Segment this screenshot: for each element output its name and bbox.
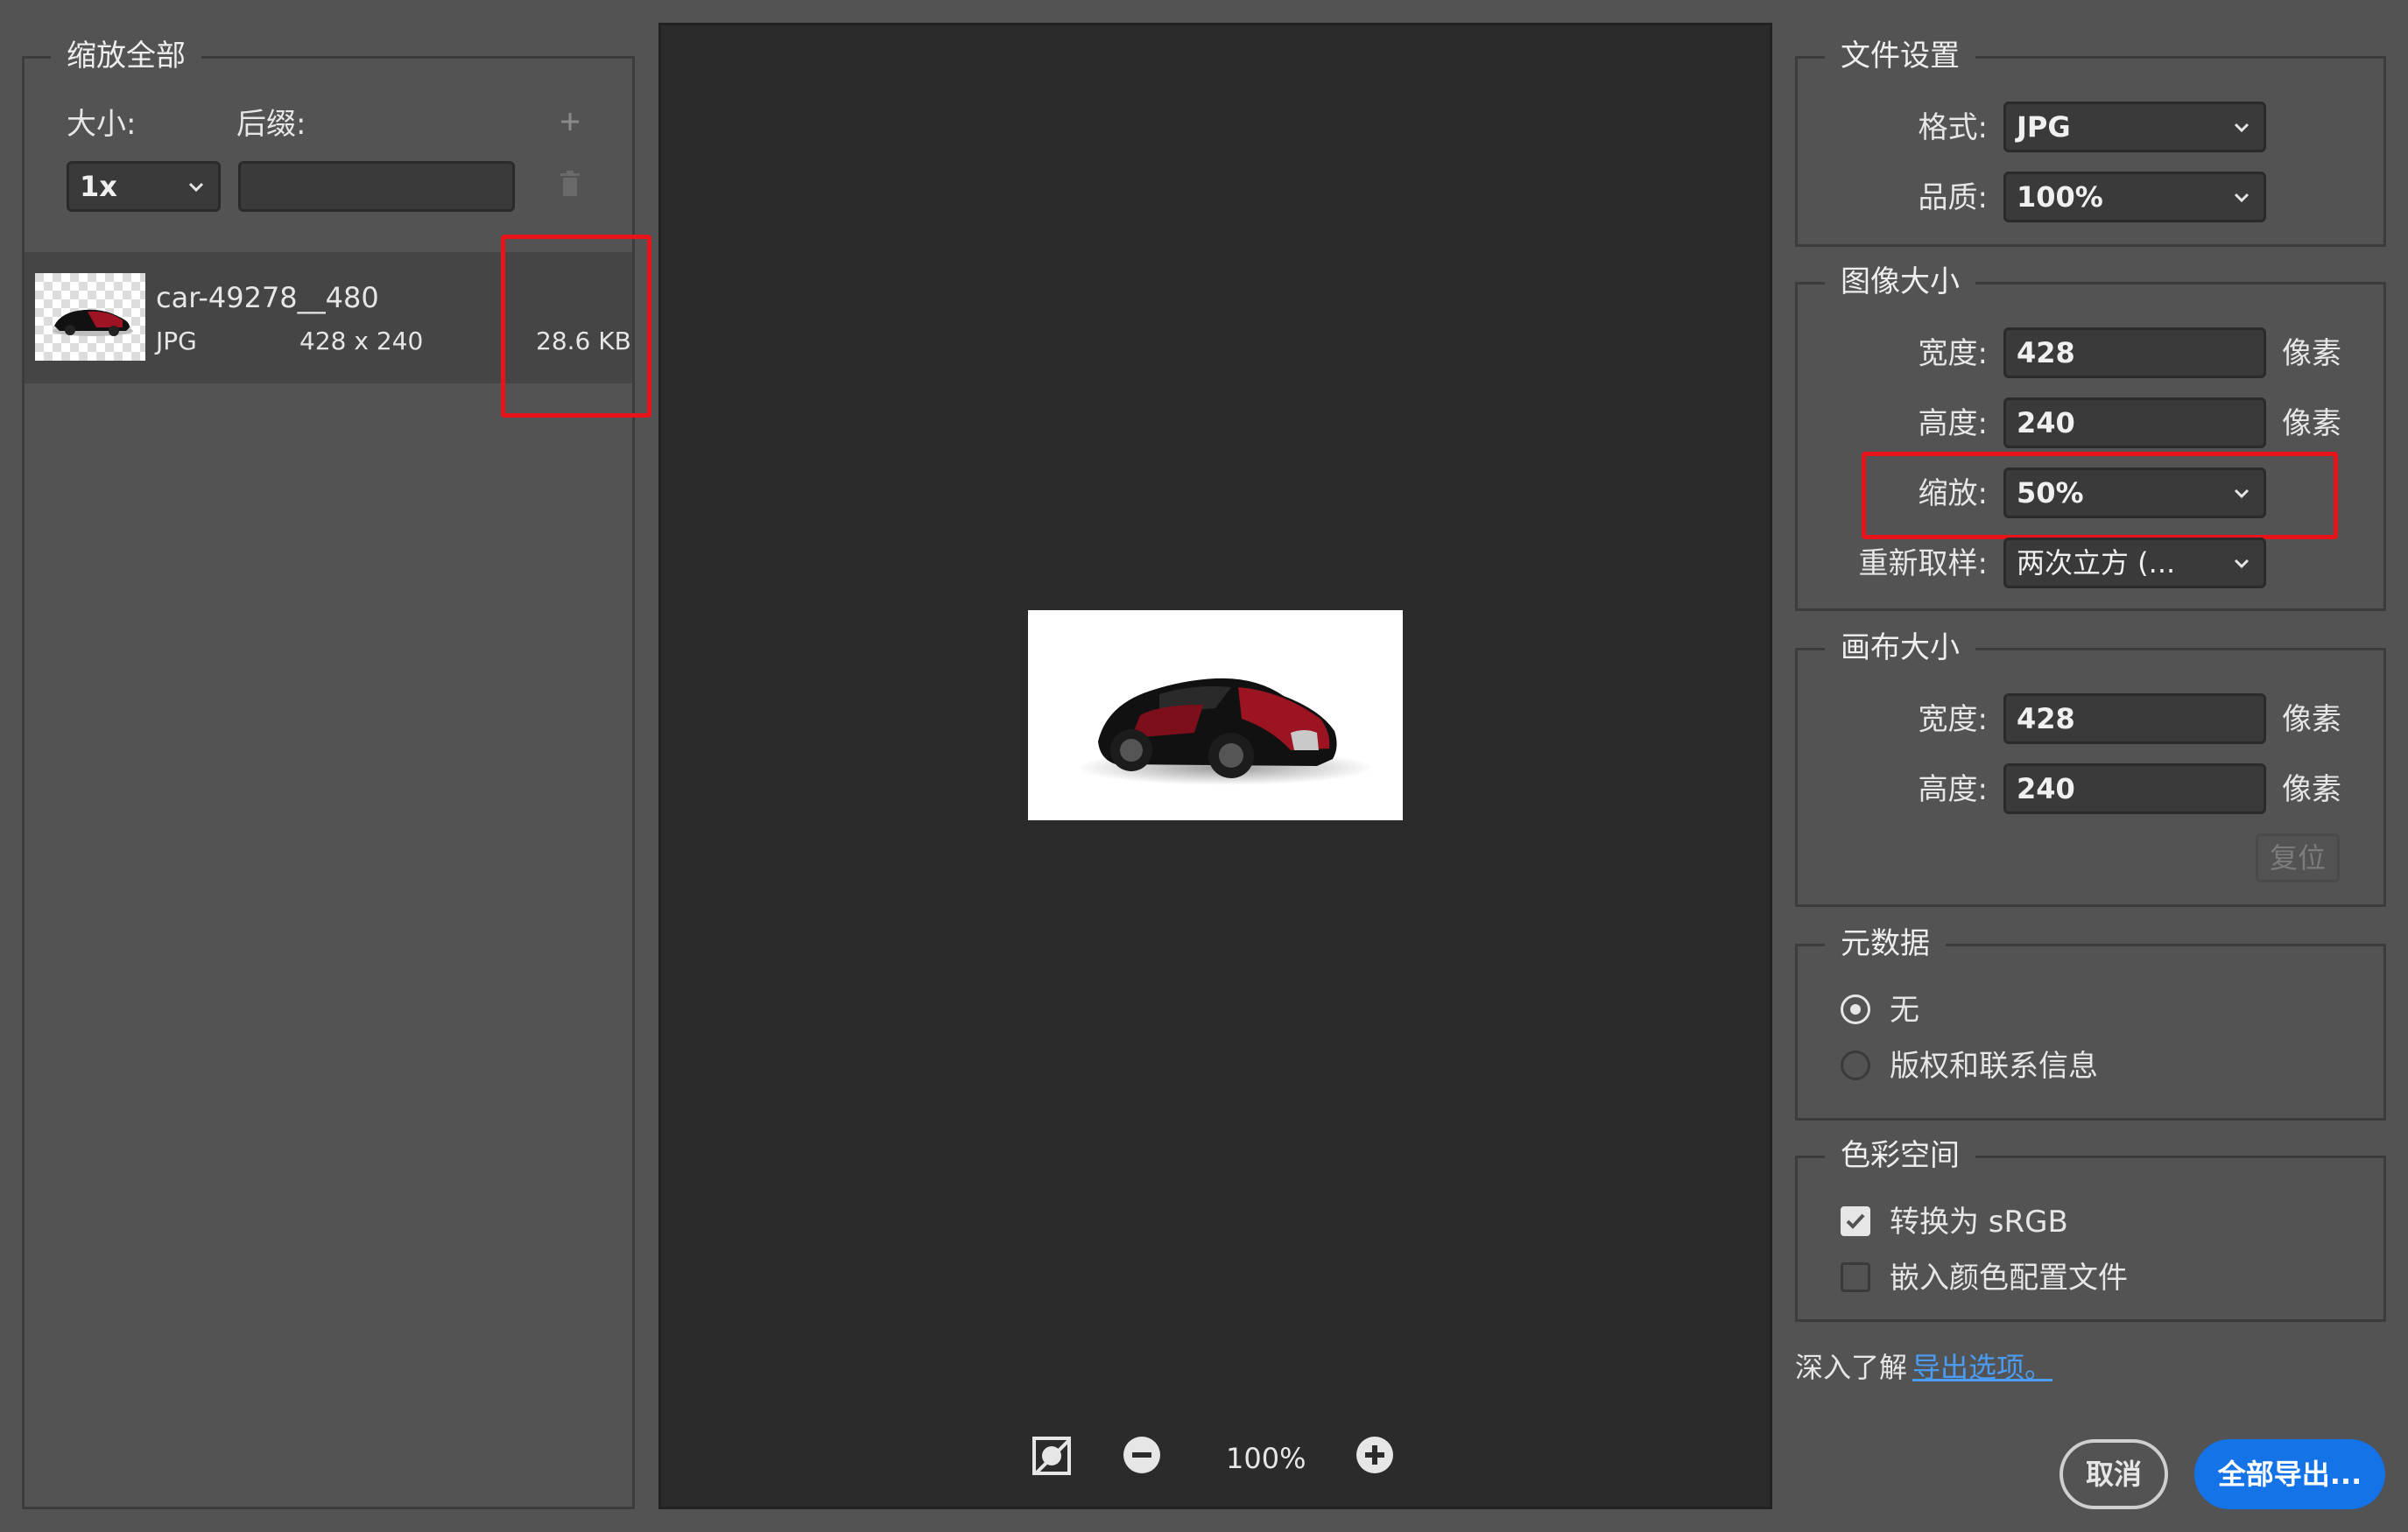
metadata-copyright-radio[interactable]: [1841, 1051, 1870, 1080]
scale-highlight: [1862, 452, 2338, 539]
image-height-input[interactable]: 240: [2003, 397, 2266, 448]
convert-srgb-checkbox[interactable]: [1841, 1206, 1870, 1236]
image-width-label: 宽度:: [1918, 336, 1988, 371]
metadata-none-label: 无: [1890, 993, 1919, 1028]
zoom-out-icon[interactable]: [1123, 1436, 1161, 1474]
file-dimensions: 428 x 240: [299, 327, 424, 355]
chevron-down-icon: [2234, 559, 2250, 569]
image-height-unit: 像素: [2282, 406, 2341, 441]
canvas-height-label: 高度:: [1918, 772, 1988, 807]
color-space-title: 色彩空间: [1825, 1136, 1975, 1175]
quality-select-value: 100%: [2017, 180, 2103, 214]
resample-label: 重新取样:: [1858, 546, 1988, 581]
format-label: 格式:: [1918, 110, 1988, 145]
canvas-width-input[interactable]: 428: [2003, 693, 2266, 744]
export-all-button[interactable]: 全部导出...: [2194, 1439, 2385, 1509]
checkmark-icon: [1846, 1213, 1865, 1229]
metadata-title: 元数据: [1825, 924, 1946, 963]
toggle-background-icon[interactable]: [1031, 1436, 1072, 1476]
zoom-level: 100%: [1226, 1442, 1306, 1475]
file-format: JPG: [156, 327, 197, 355]
chevron-down-icon: [188, 182, 204, 193]
format-select-value: JPG: [2017, 110, 2071, 144]
suffix-input[interactable]: [238, 161, 515, 212]
file-thumbnail: [35, 273, 145, 361]
zoom-in-icon[interactable]: [1355, 1436, 1394, 1474]
resample-select-value: 两次立方 (...: [2017, 546, 2176, 580]
canvas-height-unit: 像素: [2282, 772, 2341, 807]
canvas-height-input[interactable]: 240: [2003, 763, 2266, 814]
size-label: 大小:: [67, 107, 137, 142]
metadata-none-radio[interactable]: [1841, 994, 1870, 1024]
image-width-input[interactable]: 428: [2003, 327, 2266, 378]
convert-srgb-label: 转换为 sRGB: [1890, 1205, 2068, 1240]
file-size-highlight: [501, 235, 651, 418]
preview-image: [1028, 610, 1403, 820]
canvas-width-label: 宽度:: [1918, 702, 1988, 737]
metadata-panel: [1795, 944, 2386, 1121]
trash-icon[interactable]: [559, 170, 581, 198]
chevron-down-icon: [2234, 123, 2250, 133]
image-height-label: 高度:: [1918, 406, 1988, 441]
size-select-value: 1x: [80, 170, 117, 203]
canvas-width-unit: 像素: [2282, 702, 2341, 737]
resample-select[interactable]: 两次立方 (...: [2003, 538, 2266, 588]
chevron-down-icon: [2234, 193, 2250, 203]
image-width-unit: 像素: [2282, 336, 2341, 371]
export-options-link[interactable]: 导出选项。: [1912, 1348, 2052, 1387]
plus-icon[interactable]: [559, 110, 581, 133]
quality-select[interactable]: 100%: [2003, 172, 2266, 222]
canvas-size-title: 画布大小: [1825, 629, 1975, 667]
image-size-title: 图像大小: [1825, 263, 1975, 301]
embed-profile-checkbox[interactable]: [1841, 1262, 1870, 1292]
scale-all-title: 缩放全部: [51, 37, 201, 75]
reset-button[interactable]: 复位: [2256, 833, 2340, 882]
quality-label: 品质:: [1918, 180, 1988, 215]
learn-more-text: 深入了解: [1795, 1351, 1908, 1384]
file-name: car-49278__480: [156, 281, 379, 314]
cancel-button[interactable]: 取消: [2059, 1439, 2168, 1509]
format-select[interactable]: JPG: [2003, 102, 2266, 152]
suffix-label: 后缀:: [236, 107, 306, 142]
embed-profile-label: 嵌入颜色配置文件: [1890, 1261, 2128, 1296]
metadata-copyright-label: 版权和联系信息: [1890, 1049, 2098, 1084]
size-select[interactable]: 1x: [67, 161, 221, 212]
file-settings-title: 文件设置: [1825, 37, 1975, 75]
